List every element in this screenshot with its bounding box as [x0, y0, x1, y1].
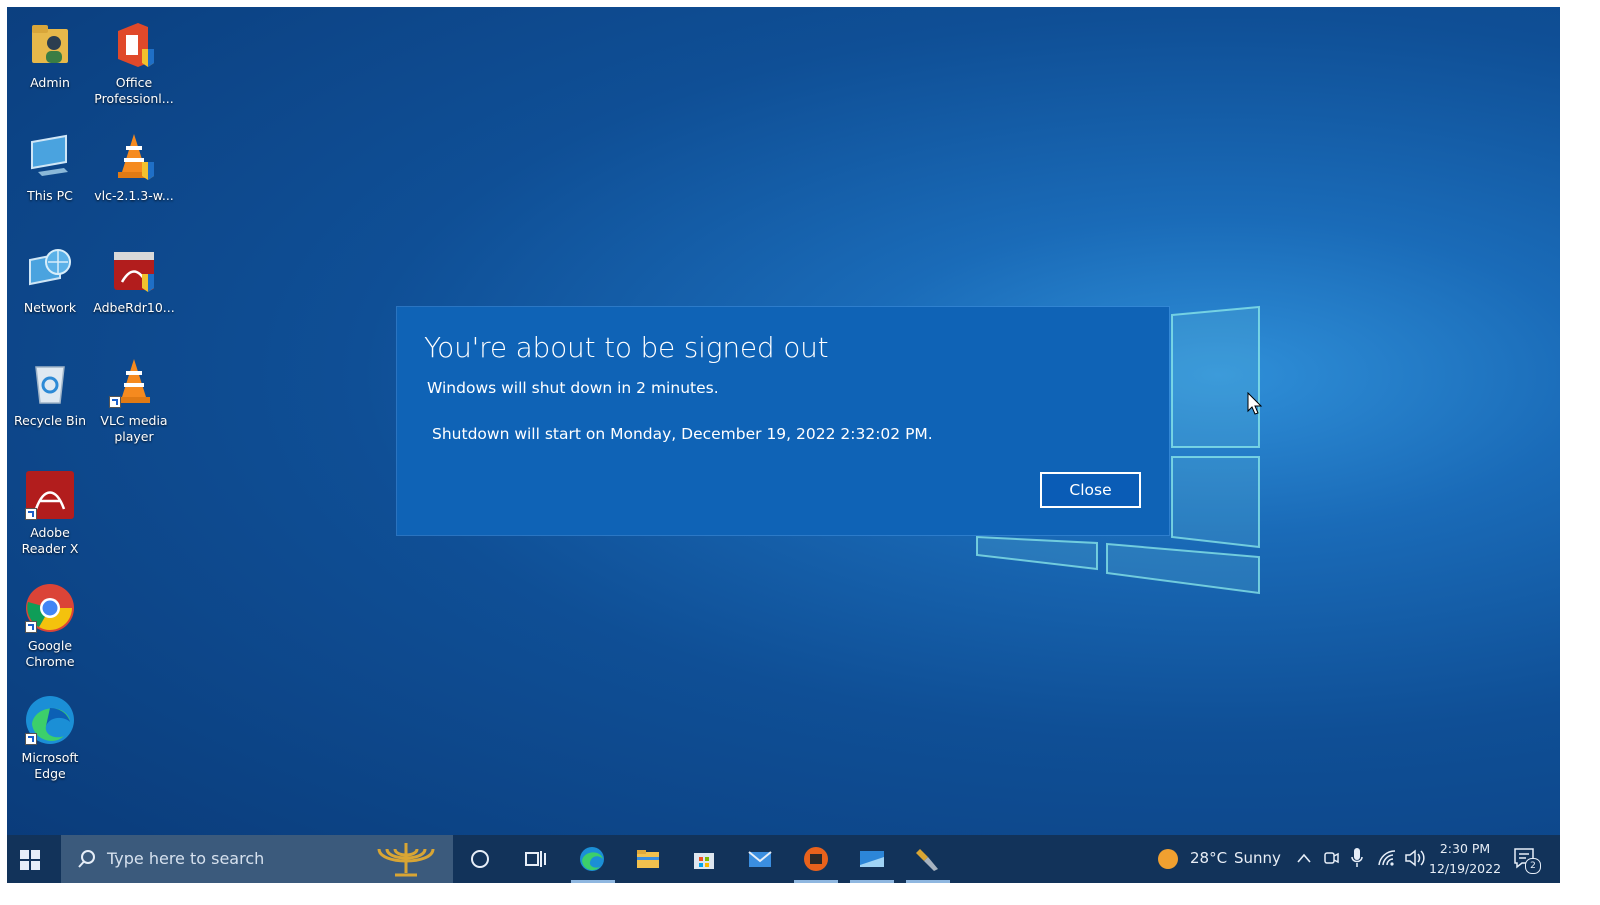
- admin-tools-icon[interactable]: [914, 845, 942, 873]
- desktop-icon-adobe-reader[interactable]: Adobe Reader X: [7, 469, 93, 557]
- notification-count-badge: 2: [1525, 858, 1541, 874]
- taskbar-clock[interactable]: 2:30 PM 12/19/2022: [1429, 839, 1501, 879]
- desktop-icon-network[interactable]: Network: [7, 244, 93, 316]
- desktop-icon-adberdr-installer[interactable]: AdbeRdr10...: [91, 244, 177, 316]
- desktop-icon-label: vlc-2.1.3-w...: [94, 188, 174, 203]
- dialog-title: You're about to be signed out: [424, 331, 829, 364]
- adobe-reader-icon: [24, 469, 76, 521]
- desktop-icon-label: Network: [23, 300, 77, 315]
- desktop-icon-label: Office Professionl...: [94, 75, 174, 106]
- computer-icon: [24, 132, 76, 184]
- desktop-icon-office[interactable]: Office Professionl...: [91, 19, 177, 107]
- mail-icon[interactable]: [746, 845, 774, 873]
- file-explorer-icon[interactable]: [634, 845, 662, 873]
- weather-condition[interactable]: Sunny: [1234, 849, 1281, 867]
- remote-desktop-icon[interactable]: [858, 845, 886, 873]
- vlc-cone-icon: [108, 132, 160, 184]
- chrome-icon: [24, 582, 76, 634]
- mouse-pointer-icon: [1247, 392, 1263, 415]
- network-icon: [24, 244, 76, 296]
- chevron-up-icon[interactable]: [1297, 852, 1311, 864]
- remote-desktop-running-indicator: [850, 880, 894, 883]
- desktop-icon-this-pc[interactable]: This PC: [7, 132, 93, 204]
- desktop-icon-google-chrome[interactable]: Google Chrome: [7, 582, 93, 670]
- vlc-cone-icon: [108, 357, 160, 409]
- dialog-message: Windows will shut down in 2 minutes.: [427, 379, 719, 397]
- desktop-icon-recycle-bin[interactable]: Recycle Bin: [7, 357, 93, 429]
- desktop-icon-label: This PC: [27, 188, 73, 203]
- desktop-icon-label: Recycle Bin: [13, 413, 87, 428]
- microsoft-store-icon[interactable]: [690, 845, 718, 873]
- media-app-icon[interactable]: [802, 845, 830, 873]
- desktop-icon-label: VLC media player: [100, 413, 168, 444]
- desktop-icon-label: Admin: [30, 75, 70, 90]
- desktop-icon-vlc[interactable]: VLC media player: [91, 357, 177, 445]
- desktop-icon-label: AdbeRdr10...: [93, 300, 175, 315]
- sign-out-dialog: You're about to be signed out Windows wi…: [397, 307, 1169, 535]
- microphone-icon[interactable]: [1350, 847, 1364, 869]
- sun-icon[interactable]: [1157, 848, 1179, 870]
- shortcut-arrow-icon: [25, 733, 37, 745]
- volume-icon[interactable]: [1404, 849, 1426, 867]
- admin-tools-running-indicator: [906, 880, 950, 883]
- weather-temperature[interactable]: 28°C: [1190, 849, 1227, 867]
- search-icon: [78, 850, 95, 868]
- taskbar: Type here to search 28°C Sunny 2:30 PM 1…: [7, 835, 1560, 883]
- desktop-icon-vlc-installer[interactable]: vlc-2.1.3-w...: [91, 132, 177, 204]
- menorah-icon: [377, 843, 435, 877]
- edge-icon: [24, 694, 76, 746]
- shortcut-arrow-icon: [25, 621, 37, 633]
- cortana-icon[interactable]: [466, 845, 494, 873]
- desktop-icon-admin[interactable]: Admin: [7, 19, 93, 91]
- action-center-button[interactable]: 2: [1512, 846, 1541, 874]
- recycle-bin-icon: [24, 357, 76, 409]
- task-view-icon[interactable]: [521, 845, 549, 873]
- desktop-icon-microsoft-edge[interactable]: Microsoft Edge: [7, 694, 93, 782]
- desktop: Admin Office Professionl... This PC vlc-…: [7, 7, 1560, 883]
- adobe-installer-icon: [108, 244, 160, 296]
- dialog-detail: Shutdown will start on Monday, December …: [432, 425, 933, 443]
- edge-running-indicator: [571, 880, 615, 883]
- close-button[interactable]: Close: [1040, 472, 1141, 508]
- shortcut-arrow-icon: [109, 396, 121, 408]
- windows-start-icon[interactable]: [19, 849, 41, 871]
- desktop-icon-label: Microsoft Edge: [21, 750, 79, 781]
- search-placeholder: Type here to search: [107, 849, 265, 868]
- office-icon: [108, 19, 160, 71]
- shortcut-arrow-icon: [25, 508, 37, 520]
- media-app-running-indicator: [794, 880, 838, 883]
- desktop-icon-label: Adobe Reader X: [21, 525, 79, 556]
- user-folder-icon: [24, 19, 76, 71]
- meet-now-icon[interactable]: [1323, 849, 1339, 867]
- desktop-icon-label: Google Chrome: [25, 638, 75, 669]
- taskbar-search-box[interactable]: Type here to search: [61, 835, 453, 883]
- wifi-icon[interactable]: [1377, 849, 1397, 867]
- edge-taskbar-icon[interactable]: [578, 845, 606, 873]
- clock-time: 2:30 PM: [1439, 841, 1491, 856]
- clock-date: 12/19/2022: [1429, 861, 1502, 876]
